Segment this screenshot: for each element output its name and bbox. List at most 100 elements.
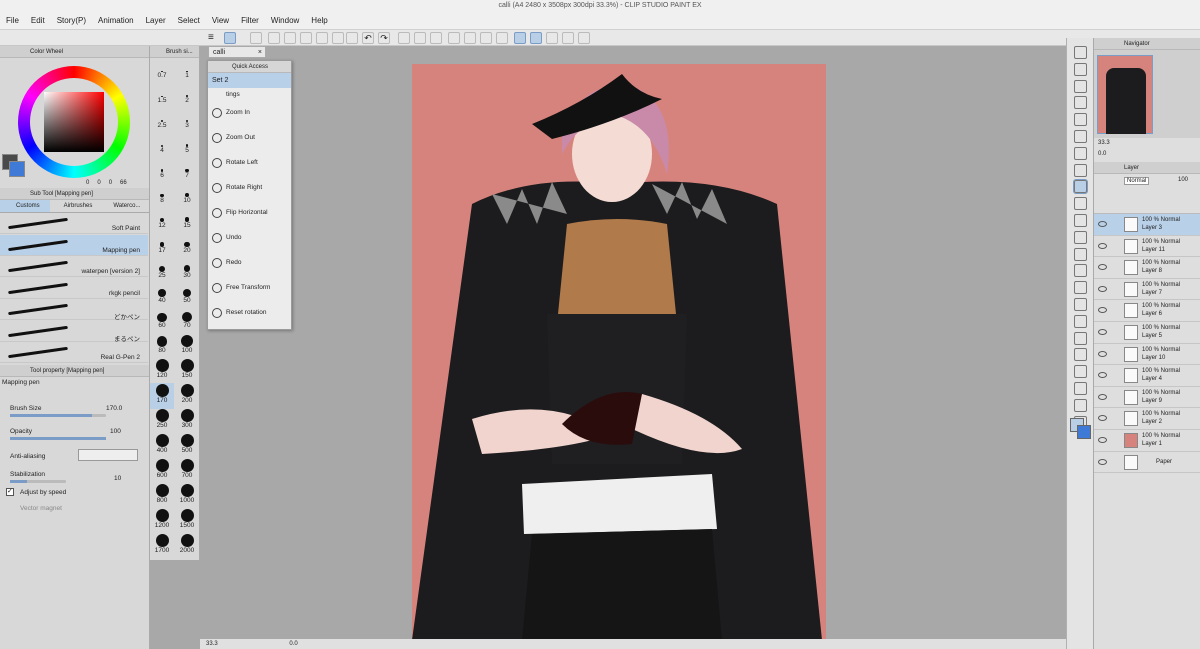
ruler-icon[interactable] <box>546 32 558 44</box>
eye-icon[interactable] <box>1098 393 1107 400</box>
brush-size-cell[interactable]: 400 <box>150 433 174 459</box>
brush-size-cell[interactable]: 1000 <box>175 483 199 509</box>
brush-size-cell[interactable]: 12 <box>150 208 174 234</box>
brush-size-cell[interactable]: 80 <box>150 333 174 359</box>
status-angle[interactable]: 0.0 <box>289 641 297 647</box>
brush-size-cell[interactable]: 2.5 <box>150 108 174 134</box>
brush-size-cell[interactable]: 700 <box>175 458 199 484</box>
brush-size-cell[interactable]: 4 <box>150 133 174 159</box>
quick-access-set[interactable]: Set 2 <box>208 73 291 88</box>
zoom-icon[interactable] <box>1074 62 1087 76</box>
text-icon[interactable] <box>1074 382 1087 395</box>
brush-size-cell[interactable]: 100 <box>175 333 199 359</box>
document-tab[interactable]: calli × <box>208 46 266 58</box>
navigator-angle[interactable]: 0.0 <box>1098 151 1106 157</box>
menu-layer[interactable]: Layer <box>146 16 166 25</box>
quick-access-item[interactable]: Zoom In <box>208 100 291 125</box>
pen-line-icon[interactable] <box>514 32 526 44</box>
balloon-icon[interactable] <box>1074 398 1087 412</box>
eye-icon[interactable] <box>1098 329 1107 335</box>
help-icon[interactable] <box>578 32 590 44</box>
fill-icon[interactable] <box>414 32 426 44</box>
layer-row[interactable]: 100 % Normal Layer 6 <box>1094 300 1200 322</box>
brush-size-cell[interactable]: 1.5 <box>150 83 174 109</box>
copy2-icon[interactable] <box>332 32 344 44</box>
brush-size-cell[interactable]: 170 <box>150 383 174 409</box>
eye-icon[interactable] <box>1098 242 1107 249</box>
brush-size-cell[interactable]: 15 <box>175 208 199 234</box>
brush-size-cell[interactable]: 500 <box>175 433 199 459</box>
brush-size-cell[interactable]: 250 <box>150 408 174 434</box>
brush-size-cell[interactable]: 200 <box>175 383 199 409</box>
pen-tool-icon[interactable] <box>1073 179 1088 195</box>
tab-watercolor[interactable]: Waterco... <box>99 200 149 212</box>
ruler-icon[interactable] <box>1074 365 1087 379</box>
brush-size-cell[interactable]: 20 <box>175 233 199 259</box>
quick-access-item[interactable]: Reset rotation <box>208 300 291 325</box>
menu-window[interactable]: Window <box>271 16 299 25</box>
airbrush-icon[interactable] <box>1074 230 1087 244</box>
save-icon[interactable] <box>300 32 312 44</box>
layer-row[interactable]: 100 % Normal Layer 5 <box>1094 322 1200 344</box>
open-file-icon[interactable] <box>284 32 296 44</box>
sub-tool-item[interactable]: rkgk pencil <box>0 278 148 299</box>
brush-size-cell[interactable]: 70 <box>175 308 199 334</box>
eye-icon[interactable] <box>1098 458 1107 465</box>
clear-icon[interactable] <box>430 32 442 44</box>
stabilization-slider[interactable] <box>10 480 66 483</box>
pen-tool-icon[interactable] <box>224 32 236 44</box>
opacity-slider[interactable] <box>10 437 106 440</box>
quick-access-item[interactable]: Flip Horizontal <box>208 200 291 225</box>
hamburger-icon[interactable]: ≡ <box>208 32 220 44</box>
frame-icon[interactable] <box>1074 348 1087 362</box>
brush-size-cell[interactable]: 120 <box>150 358 174 384</box>
layer-row[interactable]: 100 % Normal Layer 1 <box>1094 430 1200 452</box>
opacity-value[interactable]: 100 <box>110 428 121 435</box>
brush-size-cell[interactable]: 1 <box>175 58 199 84</box>
brush-size-cell[interactable]: 2 <box>175 83 199 109</box>
brush-size-cell[interactable]: 25 <box>150 258 174 284</box>
select-all-icon[interactable] <box>496 32 508 44</box>
blend-mode-select[interactable]: Normal <box>1124 177 1150 185</box>
layer-row[interactable]: 100 % Normal Layer 2 <box>1094 408 1200 430</box>
deselect-icon[interactable] <box>464 32 476 44</box>
move-icon[interactable] <box>1074 113 1087 127</box>
pencil-icon[interactable] <box>1074 197 1087 211</box>
sub-color-swatch[interactable] <box>9 161 25 177</box>
brush-size-cell[interactable]: 7 <box>175 158 199 184</box>
layer-row[interactable]: 100 % Normal Layer 10 <box>1094 344 1200 366</box>
quick-access-item[interactable]: Redo <box>208 250 291 275</box>
status-zoom[interactable]: 33.3 <box>206 641 218 647</box>
brush-size-cell[interactable]: 0.7 <box>150 58 174 84</box>
lasso-icon[interactable] <box>1074 130 1087 143</box>
document-tab[interactable] <box>250 32 262 44</box>
sub-color-swatch[interactable] <box>1077 425 1091 439</box>
eye-icon[interactable] <box>1098 437 1107 443</box>
menu-select[interactable]: Select <box>178 16 200 25</box>
adjust-by-speed-checkbox[interactable]: ✓ <box>6 488 14 496</box>
brush-size-cell[interactable]: 800 <box>150 483 174 509</box>
loading-icon[interactable] <box>398 32 410 44</box>
quick-access-item[interactable]: tings <box>208 88 291 100</box>
tab-airbrushes[interactable]: Airbrushes <box>50 200 100 212</box>
eye-icon[interactable] <box>1098 415 1107 422</box>
brush-size-cell[interactable]: 2000 <box>175 533 199 559</box>
brush-size-cell[interactable]: 50 <box>175 283 199 309</box>
rotate-icon[interactable] <box>1074 96 1087 110</box>
sub-tool-item[interactable]: まるペン <box>0 321 148 343</box>
eye-icon[interactable] <box>1098 350 1107 357</box>
brush-size-cell[interactable]: 600 <box>150 458 174 484</box>
new-file-icon[interactable] <box>268 32 280 44</box>
brush-size-cell[interactable]: 17 <box>150 233 174 259</box>
undo-icon[interactable]: ↶ <box>362 32 374 44</box>
hand-icon[interactable] <box>1074 79 1087 93</box>
brush-size-cell[interactable]: 150 <box>175 358 199 384</box>
navigator-preview[interactable] <box>1097 55 1153 134</box>
eye-icon[interactable] <box>1098 221 1107 227</box>
layer-row[interactable]: 100 % Normal Layer 11 <box>1094 236 1200 258</box>
quick-access-item[interactable]: Rotate Right <box>208 175 291 200</box>
menu-animation[interactable]: Animation <box>98 16 134 25</box>
copy-icon[interactable] <box>316 32 328 44</box>
menu-filter[interactable]: Filter <box>241 16 259 25</box>
selection-icon[interactable] <box>480 32 492 44</box>
